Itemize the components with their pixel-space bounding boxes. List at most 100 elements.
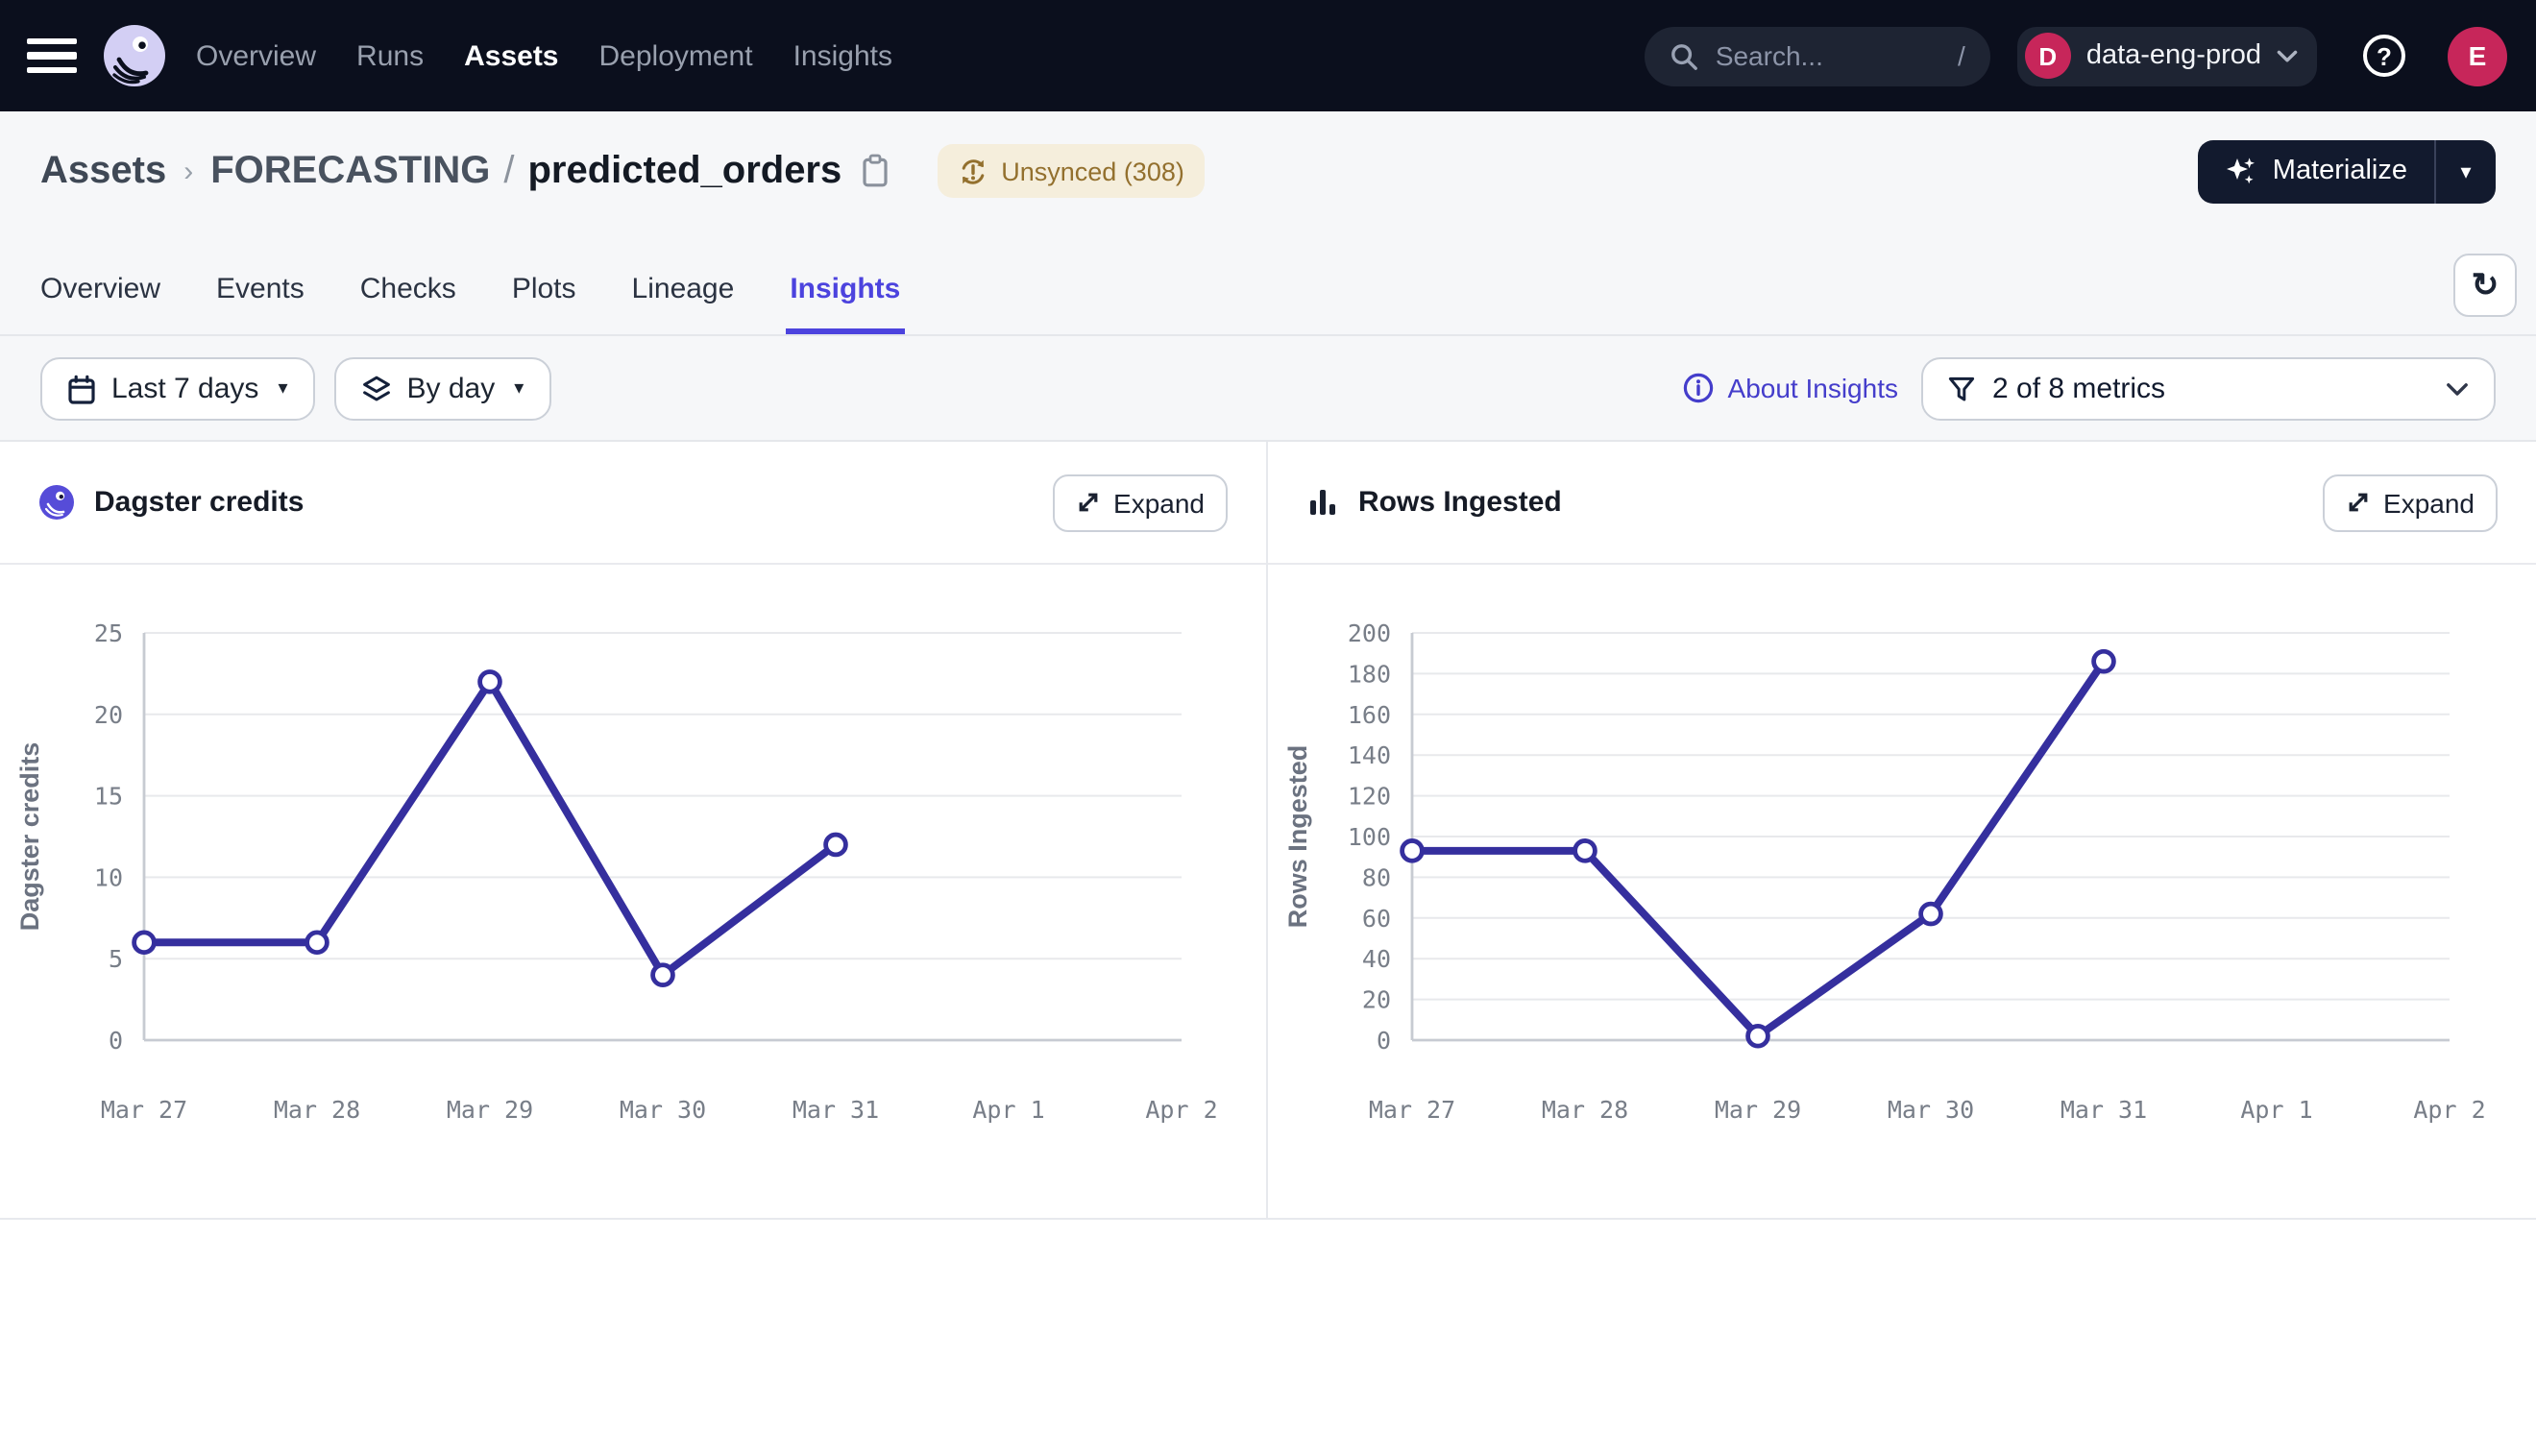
- status-badge-label: Unsynced (308): [1001, 157, 1184, 185]
- sync-alert-icon: [959, 157, 988, 185]
- search-shortcut-hint: /: [1958, 40, 1965, 71]
- svg-text:Mar 27: Mar 27: [1369, 1096, 1455, 1124]
- page-header: Assets › FORECASTING / predicted_orders: [0, 111, 2536, 442]
- empty-content-area: [0, 1220, 2536, 1456]
- copy-asset-name-icon[interactable]: [861, 154, 890, 188]
- nav-item-overview[interactable]: Overview: [196, 39, 316, 72]
- materialize-dropdown-button[interactable]: ▾: [2436, 139, 2496, 203]
- grouping-dropdown[interactable]: By day ▾: [334, 357, 551, 421]
- bar-chart-icon: [1306, 486, 1339, 519]
- breadcrumb-row: Assets › FORECASTING / predicted_orders: [0, 111, 2536, 231]
- top-nav: Overview Runs Assets Deployment Insights…: [0, 0, 2536, 111]
- svg-text:Mar 27: Mar 27: [101, 1096, 187, 1124]
- expand-button[interactable]: Expand: [2322, 473, 2498, 531]
- svg-text:60: 60: [1362, 905, 1391, 933]
- svg-text:140: 140: [1348, 741, 1391, 769]
- deployment-name: data-eng-prod: [2086, 40, 2261, 71]
- breadcrumb-group[interactable]: FORECASTING: [210, 149, 490, 193]
- caret-down-icon: ▾: [278, 378, 287, 400]
- status-badge-unsynced[interactable]: Unsynced (308): [938, 144, 1206, 198]
- tab-bar: Overview Events Checks Plots Lineage Ins…: [0, 231, 2536, 336]
- about-insights-label: About Insights: [1728, 373, 1898, 403]
- deployment-initial-badge: D: [2025, 33, 2071, 79]
- svg-text:Mar 30: Mar 30: [620, 1096, 706, 1124]
- metrics-filter-label: 2 of 8 metrics: [1992, 373, 2165, 405]
- nav-item-deployment[interactable]: Deployment: [599, 39, 753, 72]
- refresh-icon: ↻: [2472, 266, 2499, 304]
- help-icon[interactable]: ?: [2363, 35, 2405, 77]
- svg-text:25: 25: [94, 619, 123, 647]
- tab-checks[interactable]: Checks: [360, 273, 456, 334]
- svg-text:Rows Ingested: Rows Ingested: [1283, 745, 1312, 929]
- svg-text:Mar 31: Mar 31: [792, 1096, 879, 1124]
- dagster-logo-icon[interactable]: [102, 23, 167, 88]
- asset-name: predicted_orders: [527, 149, 841, 193]
- expand-button[interactable]: Expand: [1052, 473, 1228, 531]
- chevron-down-icon: [2446, 381, 2469, 397]
- caret-down-icon: ▾: [514, 378, 524, 400]
- svg-text:40: 40: [1362, 945, 1391, 973]
- breadcrumb-separator: ›: [183, 155, 193, 187]
- tab-events[interactable]: Events: [216, 273, 305, 334]
- chart-title: Rows Ingested: [1358, 486, 1562, 519]
- sparkles-icon: [2225, 155, 2257, 187]
- chart-card-dagster-credits: Dagster credits Expand 0 5 10 15 20 25 Mar 27 M…: [0, 442, 1268, 1218]
- svg-text:0: 0: [1377, 1027, 1391, 1055]
- filter-bar: Last 7 days ▾ By day ▾ About Insights: [0, 336, 2536, 442]
- tab-insights[interactable]: Insights: [790, 273, 900, 334]
- svg-text:160: 160: [1348, 701, 1391, 729]
- svg-text:Dagster credits: Dagster credits: [15, 742, 44, 932]
- nav-item-assets[interactable]: Assets: [464, 39, 558, 72]
- dagster-credits-chart: 0 5 10 15 20 25 Mar 27 Mar 28 Mar 29 Mar 30 Mar 31…: [0, 565, 1268, 1218]
- nav-item-insights[interactable]: Insights: [793, 39, 892, 72]
- breadcrumb: Assets › FORECASTING / predicted_orders: [40, 149, 841, 193]
- about-insights-link[interactable]: About Insights: [1684, 373, 1898, 403]
- refresh-button[interactable]: ↻: [2453, 254, 2517, 317]
- time-range-label: Last 7 days: [111, 373, 258, 405]
- deployment-switcher[interactable]: D data-eng-prod: [2017, 26, 2317, 85]
- expand-label: Expand: [2383, 487, 2475, 518]
- svg-text:20: 20: [94, 701, 123, 729]
- svg-text:Apr 2: Apr 2: [1145, 1096, 1217, 1124]
- hamburger-menu-icon[interactable]: [27, 37, 77, 74]
- app-root: Overview Runs Assets Deployment Insights…: [0, 0, 2536, 1456]
- svg-text:Mar 28: Mar 28: [274, 1096, 360, 1124]
- nav-item-runs[interactable]: Runs: [356, 39, 424, 72]
- tab-plots[interactable]: Plots: [512, 273, 576, 334]
- svg-text:Mar 29: Mar 29: [447, 1096, 533, 1124]
- info-icon: [1684, 373, 1715, 403]
- svg-text:100: 100: [1348, 823, 1391, 851]
- svg-text:Apr 2: Apr 2: [2413, 1096, 2485, 1124]
- svg-text:5: 5: [109, 945, 123, 973]
- svg-text:200: 200: [1348, 619, 1391, 647]
- search-input[interactable]: Search... /: [1645, 26, 1990, 85]
- breadcrumb-assets-link[interactable]: Assets: [40, 149, 166, 193]
- chart-card-header: Rows Ingested Expand: [1268, 442, 2536, 565]
- svg-text:0: 0: [109, 1027, 123, 1055]
- expand-label: Expand: [1113, 487, 1205, 518]
- chevron-down-icon: [2277, 49, 2298, 62]
- svg-text:120: 120: [1348, 783, 1391, 811]
- metrics-filter-dropdown[interactable]: 2 of 8 metrics: [1921, 357, 2496, 421]
- materialize-button[interactable]: Materialize: [2198, 139, 2434, 203]
- search-icon: [1670, 41, 1698, 70]
- dagster-credits-icon: [38, 484, 75, 521]
- svg-text:10: 10: [94, 863, 123, 891]
- time-range-dropdown[interactable]: Last 7 days ▾: [40, 357, 315, 421]
- tab-overview[interactable]: Overview: [40, 273, 160, 334]
- layers-icon: [361, 374, 392, 404]
- svg-text:Apr 1: Apr 1: [972, 1096, 1044, 1124]
- svg-text:15: 15: [94, 783, 123, 811]
- calendar-icon: [67, 374, 96, 404]
- svg-text:80: 80: [1362, 863, 1391, 891]
- user-avatar[interactable]: E: [2448, 26, 2507, 85]
- expand-icon: [1075, 490, 1100, 515]
- tab-lineage[interactable]: Lineage: [632, 273, 735, 334]
- svg-text:Apr 1: Apr 1: [2240, 1096, 2312, 1124]
- rows-ingested-chart: 020406080100120140160180200Mar 27Mar 28M…: [1268, 565, 2536, 1218]
- materialize-split-button: Materialize ▾: [2198, 139, 2496, 203]
- chart-card-header: Dagster credits Expand: [0, 442, 1266, 565]
- chart-card-rows-ingested: Rows Ingested Expand 0 20 40 60 80 100 120 140 1…: [1268, 442, 2536, 1218]
- svg-text:Mar 31: Mar 31: [2060, 1096, 2147, 1124]
- svg-text:20: 20: [1362, 986, 1391, 1014]
